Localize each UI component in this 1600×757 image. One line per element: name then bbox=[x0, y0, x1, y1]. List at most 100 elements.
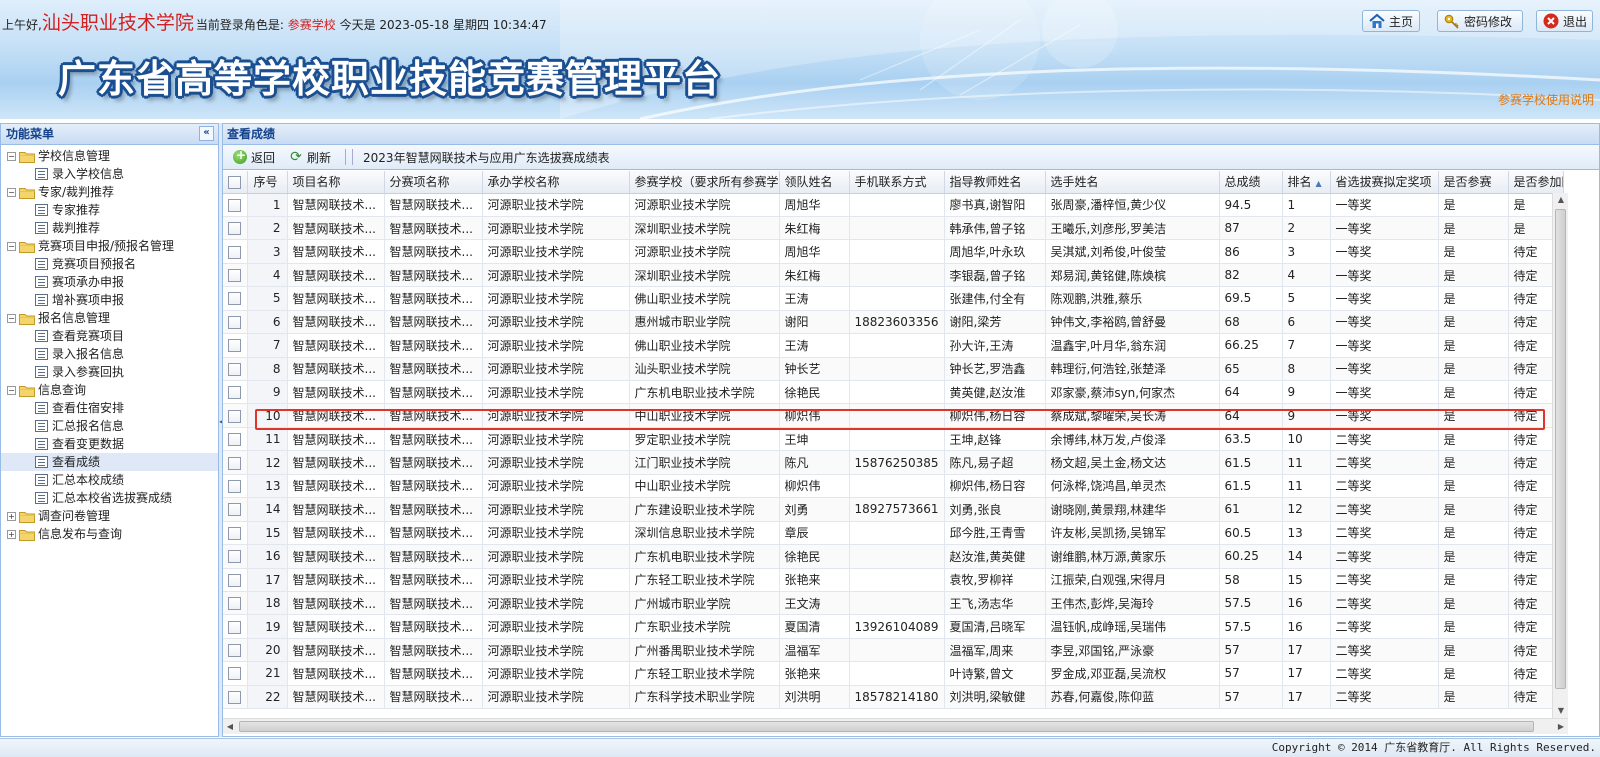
row-checkbox[interactable] bbox=[228, 292, 242, 306]
column-header[interactable]: 手机联系方式 bbox=[849, 171, 945, 194]
column-header[interactable]: 承办学校名称 bbox=[482, 171, 630, 194]
table-row[interactable]: 21 智慧网联技术... 智慧网联技术... 河源职业技术学院 广东轻工职业技术学院 张艳… bbox=[223, 661, 1564, 686]
home-button[interactable]: 主页 bbox=[1362, 10, 1420, 32]
row-checkbox[interactable] bbox=[228, 409, 242, 423]
scroll-left-icon[interactable]: ◀ bbox=[223, 719, 237, 735]
menu-group[interactable]: + 调查问卷管理 bbox=[1, 507, 218, 525]
row-checkbox[interactable] bbox=[228, 315, 242, 329]
table-row[interactable]: 11 智慧网联技术... 智慧网联技术... 河源职业技术学院 罗定职业技术学院 王坤 王坤… bbox=[223, 427, 1564, 452]
menu-item[interactable]: 录入参赛回执 bbox=[1, 363, 218, 381]
expand-toggle-icon[interactable]: + bbox=[7, 512, 16, 521]
table-row[interactable]: 3 智慧网联技术... 智慧网联技术... 河源职业技术学院 河源职业技术学院 周旭华 周旭… bbox=[223, 239, 1564, 264]
column-header[interactable]: 是否参加国 bbox=[1508, 171, 1564, 194]
row-checkbox[interactable] bbox=[228, 479, 242, 493]
row-checkbox[interactable] bbox=[228, 362, 242, 376]
collapse-toggle-icon[interactable]: − bbox=[7, 386, 16, 395]
table-row[interactable]: 8 智慧网联技术... 智慧网联技术... 河源职业技术学院 汕头职业技术学院 钟长艺 钟长… bbox=[223, 357, 1564, 382]
vertical-scrollbar[interactable]: ▲ ▼ bbox=[1552, 193, 1568, 718]
horizontal-scroll-thumb[interactable] bbox=[239, 721, 1534, 732]
row-checkbox[interactable] bbox=[228, 269, 242, 283]
scroll-up-icon[interactable]: ▲ bbox=[1553, 193, 1569, 207]
menu-group[interactable]: + 信息发布与查询 bbox=[1, 525, 218, 543]
table-row[interactable]: 14 智慧网联技术... 智慧网联技术... 河源职业技术学院 广东建设职业技术学院 刘勇… bbox=[223, 497, 1564, 522]
row-checkbox[interactable] bbox=[228, 550, 242, 564]
column-header[interactable]: 省选拔赛拟定奖项 bbox=[1330, 171, 1439, 194]
menu-group[interactable]: − 学校信息管理 bbox=[1, 147, 218, 165]
row-checkbox[interactable] bbox=[228, 433, 242, 447]
table-row[interactable]: 19 智慧网联技术... 智慧网联技术... 河源职业技术学院 广东职业技术学院 夏国清 1… bbox=[223, 614, 1564, 639]
column-header[interactable]: 是否参赛 bbox=[1438, 171, 1509, 194]
row-checkbox[interactable] bbox=[228, 222, 242, 236]
row-checkbox[interactable] bbox=[228, 573, 242, 587]
table-row[interactable]: 2 智慧网联技术... 智慧网联技术... 河源职业技术学院 深圳职业技术学院 朱红梅 韩承… bbox=[223, 216, 1564, 241]
table-row[interactable]: 1 智慧网联技术... 智慧网联技术... 河源职业技术学院 河源职业技术学院 周旭华 廖书… bbox=[223, 193, 1564, 217]
menu-item[interactable]: 查看住宿安排 bbox=[1, 399, 218, 417]
menu-group[interactable]: − 竞赛项目申报/预报名管理 bbox=[1, 237, 218, 255]
row-checkbox[interactable] bbox=[228, 620, 242, 634]
table-row[interactable]: 7 智慧网联技术... 智慧网联技术... 河源职业技术学院 佛山职业技术学院 王涛 孙大许… bbox=[223, 333, 1564, 358]
horizontal-scrollbar[interactable]: ◀ ▶ bbox=[223, 718, 1568, 734]
table-row[interactable]: 16 智慧网联技术... 智慧网联技术... 河源职业技术学院 广东机电职业技术学院 徐艳… bbox=[223, 544, 1564, 569]
user-manual-link[interactable]: 参赛学校使用说明 bbox=[1498, 91, 1594, 108]
menu-group[interactable]: − 报名信息管理 bbox=[1, 309, 218, 327]
menu-group[interactable]: − 信息查询 bbox=[1, 381, 218, 399]
collapse-toggle-icon[interactable]: − bbox=[7, 188, 16, 197]
column-header[interactable]: 分赛项名称 bbox=[384, 171, 483, 194]
collapse-toggle-icon[interactable]: − bbox=[7, 314, 16, 323]
column-header[interactable]: 选手姓名 bbox=[1045, 171, 1220, 194]
column-header[interactable]: 领队姓名 bbox=[779, 171, 850, 194]
scroll-right-icon[interactable]: ▶ bbox=[1554, 719, 1568, 735]
select-all-checkbox[interactable] bbox=[228, 175, 242, 189]
table-row[interactable]: 18 智慧网联技术... 智慧网联技术... 河源职业技术学院 广州城市职业学院 王文涛王… bbox=[223, 591, 1564, 616]
table-row[interactable]: 17 智慧网联技术... 智慧网联技术... 河源职业技术学院 广东轻工职业技术学院 张艳… bbox=[223, 568, 1564, 592]
row-checkbox[interactable] bbox=[228, 386, 242, 400]
menu-item[interactable]: 录入学校信息 bbox=[1, 165, 218, 183]
menu-item[interactable]: 赛项承办申报 bbox=[1, 273, 218, 291]
change-password-button[interactable]: 密码修改 bbox=[1437, 10, 1523, 32]
menu-item[interactable]: 录入报名信息 bbox=[1, 345, 218, 363]
table-row[interactable]: 22 智慧网联技术... 智慧网联技术... 河源职业技术学院 广东科学技术职业学院 刘洪… bbox=[223, 685, 1564, 710]
table-row[interactable]: 6 智慧网联技术... 智慧网联技术... 河源职业技术学院 惠州城市职业学院 谢阳 188… bbox=[223, 310, 1564, 335]
menu-item[interactable]: 汇总本校成绩 bbox=[1, 471, 218, 489]
row-checkbox[interactable] bbox=[228, 339, 242, 353]
menu-item[interactable]: 竞赛项目预报名 bbox=[1, 255, 218, 273]
vertical-scroll-thumb[interactable] bbox=[1555, 209, 1566, 689]
menu-item[interactable]: 查看成绩 bbox=[1, 453, 218, 471]
row-checkbox[interactable] bbox=[228, 644, 242, 658]
column-header[interactable]: 排名 ▲ bbox=[1282, 171, 1331, 194]
column-header[interactable]: 项目名称 bbox=[287, 171, 385, 194]
collapse-toggle-icon[interactable]: − bbox=[7, 152, 16, 161]
collapse-menu-button[interactable]: « bbox=[199, 126, 214, 141]
row-checkbox[interactable] bbox=[228, 503, 242, 517]
column-header[interactable]: 序号 bbox=[247, 171, 288, 194]
exit-button[interactable]: 退出 bbox=[1536, 10, 1593, 32]
menu-group[interactable]: − 专家/裁判推荐 bbox=[1, 183, 218, 201]
menu-item[interactable]: 查看变更数据 bbox=[1, 435, 218, 453]
table-row[interactable]: 12 智慧网联技术... 智慧网联技术... 河源职业技术学院 江门职业技术学院 陈凡 15… bbox=[223, 450, 1564, 475]
row-checkbox[interactable] bbox=[228, 597, 242, 611]
table-row[interactable]: 10 智慧网联技术... 智慧网联技术... 河源职业技术学院 中山职业技术学院 柳炽伟柳… bbox=[223, 403, 1564, 428]
menu-item[interactable]: 专家推荐 bbox=[1, 201, 218, 219]
refresh-button[interactable]: ⟳ 刷新 bbox=[285, 149, 335, 166]
collapse-toggle-icon[interactable]: − bbox=[7, 242, 16, 251]
menu-item[interactable]: 增补赛项申报 bbox=[1, 291, 218, 309]
table-row[interactable]: 20 智慧网联技术... 智慧网联技术... 河源职业技术学院 广州番禺职业技术学院 温福… bbox=[223, 638, 1564, 663]
row-checkbox[interactable] bbox=[228, 456, 242, 470]
table-row[interactable]: 9 智慧网联技术... 智慧网联技术... 河源职业技术学院 广东机电职业技术学院 徐艳民… bbox=[223, 380, 1564, 405]
menu-item[interactable]: 汇总报名信息 bbox=[1, 417, 218, 435]
table-row[interactable]: 4 智慧网联技术... 智慧网联技术... 河源职业技术学院 深圳职业技术学院 朱红梅 李银… bbox=[223, 263, 1564, 288]
expand-toggle-icon[interactable]: + bbox=[7, 530, 16, 539]
table-row[interactable]: 5 智慧网联技术... 智慧网联技术... 河源职业技术学院 佛山职业技术学院 王涛 张建伟… bbox=[223, 286, 1564, 311]
column-header[interactable]: 参赛学校（要求所有参赛学 bbox=[629, 171, 780, 194]
back-button[interactable]: 返回 bbox=[229, 148, 279, 166]
menu-item[interactable]: 汇总本校省选拔赛成绩 bbox=[1, 489, 218, 507]
scroll-down-icon[interactable]: ▼ bbox=[1553, 704, 1569, 718]
table-row[interactable]: 13 智慧网联技术... 智慧网联技术... 河源职业技术学院 中山职业技术学院 柳炽伟柳… bbox=[223, 474, 1564, 499]
row-checkbox[interactable] bbox=[228, 690, 242, 704]
column-header[interactable]: 指导教师姓名 bbox=[944, 171, 1046, 194]
row-checkbox[interactable] bbox=[228, 526, 242, 540]
column-header[interactable]: 总成绩 bbox=[1219, 171, 1283, 194]
row-checkbox[interactable] bbox=[228, 667, 242, 681]
table-row[interactable]: 15 智慧网联技术... 智慧网联技术... 河源职业技术学院 深圳信息职业技术学院 章辰… bbox=[223, 521, 1564, 546]
row-checkbox[interactable] bbox=[228, 245, 242, 259]
